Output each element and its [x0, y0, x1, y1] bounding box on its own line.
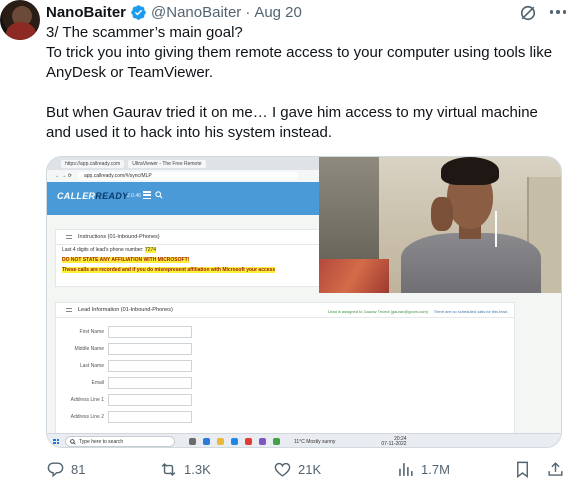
lead-information-panel: Lead Information (01-Inbound-Phones) Lea…: [55, 302, 515, 437]
field-row: Middle Name: [56, 340, 514, 357]
folder-icon: [217, 438, 224, 445]
store-icon: [231, 438, 238, 445]
edge-icon: [203, 438, 210, 445]
repost-count: 1.3K: [184, 461, 211, 477]
tweet-date[interactable]: Aug 20: [254, 4, 302, 21]
taskbar-search-placeholder: Type here to search: [79, 438, 124, 445]
tweet-text: 3/ The scammer’s main goal? To trick you…: [46, 23, 566, 143]
taskbar-weather: 11°C Mostly sunny: [294, 438, 336, 445]
address2-input: [108, 410, 192, 423]
field-row: Address Line 1: [56, 391, 514, 408]
tweet-line-2: To trick you into giving them remote acc…: [46, 44, 556, 81]
tweet-media-image[interactable]: https://app.callready.com UltraViewer - …: [46, 156, 562, 448]
lead-title: Lead Information (01-Inbound-Phones): [78, 307, 173, 313]
list-icon: [66, 308, 72, 312]
search-icon: [155, 191, 163, 199]
lead-fields: First Name Middle Name Last Name Email A…: [56, 318, 514, 425]
middle-name-input: [108, 342, 192, 355]
bookmark-icon: [517, 461, 528, 478]
chrome-icon: [245, 438, 252, 445]
repost-icon: [161, 462, 176, 476]
views-button[interactable]: 1.7M: [396, 458, 450, 480]
share-icon: [548, 461, 563, 476]
app-logo: CALLERREADY: [57, 191, 129, 201]
menu-icon: [143, 191, 151, 199]
bookmark-button[interactable]: [513, 458, 532, 480]
browser-tab: https://app.callready.com: [61, 159, 125, 168]
field-row: Email: [56, 374, 514, 391]
last-name-input: [108, 359, 192, 372]
email-input: [108, 376, 192, 389]
app-version: 2.0.46: [127, 193, 141, 199]
tweet-actions: 81 1.3K 21K 1.7M: [46, 458, 566, 480]
taskbar-clock: 20:24 07-11-2022: [381, 435, 407, 447]
view-count: 1.7M: [421, 461, 450, 477]
app-icon: [259, 438, 266, 445]
avatar[interactable]: [0, 0, 40, 40]
instructions-title: Instructions (01-Inbound-Phones): [78, 234, 160, 240]
author-display-name[interactable]: NanoBaiter: [46, 4, 126, 21]
verified-badge-icon: [131, 4, 146, 20]
reply-icon: [47, 461, 64, 477]
field-row: Address Line 2: [56, 408, 514, 425]
nav-arrows-icon: ← → ⟳: [55, 173, 72, 179]
tweet: NanoBaiter @NanoBaiter · Aug 20 3/ The s…: [0, 0, 580, 492]
search-icon: [70, 438, 76, 445]
repost-button[interactable]: 1.3K: [159, 458, 211, 480]
task-view-icon: [189, 438, 196, 445]
like-button[interactable]: 21K: [273, 458, 321, 480]
field-row: Last Name: [56, 357, 514, 374]
tweet-header: NanoBaiter @NanoBaiter · Aug 20: [46, 2, 302, 22]
grok-icon[interactable]: [518, 3, 538, 23]
taskbar-apps: [189, 438, 280, 445]
author-handle[interactable]: @NanoBaiter: [151, 4, 241, 21]
tweet-line-3: But when Gaurav tried it on me… I gave h…: [46, 104, 543, 141]
lead-schedule-note: There are no scheduled calls for this le…: [433, 309, 508, 314]
more-options-icon[interactable]: [549, 5, 567, 19]
first-name-input: [108, 325, 192, 338]
address-url: app.callready.com/#/sync/MLP: [77, 172, 298, 180]
field-row: First Name: [56, 323, 514, 340]
tweet-line-1: 3/ The scammer’s main goal?: [46, 24, 243, 41]
share-button[interactable]: [546, 458, 565, 480]
windows-start-icon: [53, 438, 59, 445]
list-icon: [66, 235, 72, 239]
browser-tab: UltraViewer - The Free Remote: [128, 159, 206, 168]
analytics-icon: [399, 462, 413, 476]
like-count: 21K: [298, 461, 322, 477]
app-icon: [273, 438, 280, 445]
reply-button[interactable]: 81: [46, 458, 85, 480]
lead-assigned-note: Lead is assigned to Gaurav Trivedi (gaur…: [327, 309, 428, 314]
reply-count: 81: [71, 461, 86, 477]
taskbar-search: Type here to search: [65, 436, 175, 447]
windows-taskbar: Type here to search 11°C Mostly sunny 20…: [47, 433, 561, 447]
address1-input: [108, 393, 192, 406]
heart-icon: [274, 462, 291, 477]
separator-dot: ·: [245, 3, 251, 21]
webcam-feed: [319, 157, 561, 293]
